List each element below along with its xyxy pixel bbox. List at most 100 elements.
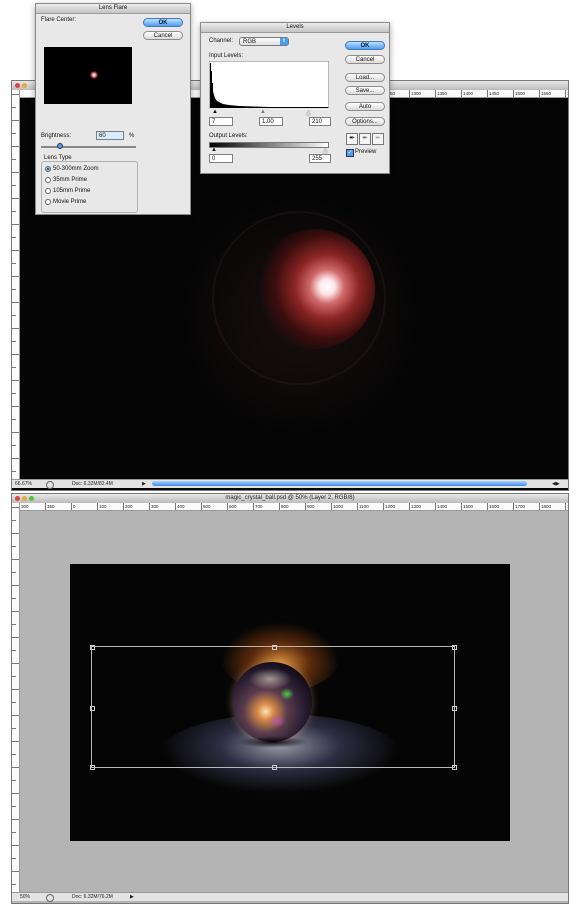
- ruler-tick-label: 1100: [357, 503, 383, 510]
- ruler-tick: [12, 146, 19, 147]
- output-black-field[interactable]: 0: [209, 154, 233, 163]
- ruler-tick: [12, 871, 19, 872]
- document-canvas[interactable]: [70, 564, 510, 841]
- channel-select[interactable]: RGB ⇕: [239, 37, 289, 46]
- transform-handle[interactable]: [272, 645, 277, 650]
- ok-button[interactable]: OK: [345, 41, 385, 50]
- cancel-button[interactable]: Cancel: [143, 31, 183, 40]
- brightness-thumb[interactable]: [57, 143, 63, 149]
- input-gamma-field[interactable]: 1.00: [259, 117, 283, 126]
- radio-icon[interactable]: [45, 177, 51, 183]
- white-point-slider-icon[interactable]: △: [306, 109, 311, 116]
- cancel-button[interactable]: Cancel: [345, 55, 385, 64]
- transform-bounding-box[interactable]: [90, 645, 457, 770]
- ruler-tick: [12, 185, 16, 186]
- ruler-tick: [12, 276, 19, 277]
- radio-icon[interactable]: [45, 199, 51, 205]
- close-icon[interactable]: [15, 83, 20, 88]
- radio-icon[interactable]: [45, 188, 51, 194]
- ruler-tick: [12, 315, 16, 316]
- ruler-tick: [12, 211, 16, 212]
- transform-handle[interactable]: [90, 765, 95, 770]
- load-button[interactable]: Load...: [345, 73, 385, 82]
- ruler-tick: [12, 559, 19, 560]
- ok-button[interactable]: OK: [143, 18, 183, 27]
- ruler-tick: [12, 107, 16, 108]
- scroll-arrows-icon[interactable]: ◀▶: [552, 480, 560, 488]
- brightness-slider[interactable]: [41, 146, 136, 148]
- flare-preview[interactable]: [44, 47, 132, 104]
- transform-handle[interactable]: [452, 645, 457, 650]
- ruler-tick: [12, 741, 19, 742]
- ruler-tick-label: 1600: [487, 503, 513, 510]
- radio-icon[interactable]: [45, 166, 51, 172]
- ruler-tick: [12, 715, 19, 716]
- ruler-tick: [12, 572, 16, 573]
- ruler-tick: [12, 637, 19, 638]
- flare-preview-center: [90, 71, 98, 79]
- black-point-slider-icon[interactable]: ▲: [212, 109, 218, 115]
- options-button[interactable]: Options...: [345, 117, 385, 126]
- brightness-label: Brightness:: [41, 133, 72, 139]
- gray-eyedropper-icon[interactable]: ✒: [359, 133, 371, 145]
- transform-handle[interactable]: [452, 706, 457, 711]
- transform-handle[interactable]: [90, 706, 95, 711]
- ruler-tick: [12, 120, 19, 121]
- nav-icon[interactable]: [46, 481, 54, 489]
- ruler-tick: [12, 858, 16, 859]
- output-black-slider-icon[interactable]: ▲: [211, 147, 217, 153]
- ruler-tick: [12, 884, 16, 885]
- ruler-tick: [12, 367, 16, 368]
- ruler-tick: [12, 419, 16, 420]
- ruler-tick-label: 1350: [435, 90, 461, 97]
- close-icon[interactable]: [15, 496, 20, 501]
- ruler-tick: [12, 237, 16, 238]
- transform-handle[interactable]: [452, 765, 457, 770]
- ruler-tick-label: 300: [19, 503, 45, 510]
- ruler-tick: [12, 289, 16, 290]
- ruler-tick-label: 350: [45, 503, 71, 510]
- white-eyedropper-icon[interactable]: ✒: [372, 133, 384, 145]
- ruler-tick: [12, 354, 19, 355]
- nav-icon[interactable]: [46, 894, 54, 902]
- ruler-tick: [12, 728, 16, 729]
- horizontal-scrollbar[interactable]: [152, 481, 527, 486]
- ruler-tick: [12, 767, 19, 768]
- output-white-slider-icon[interactable]: △: [323, 147, 328, 154]
- save-button[interactable]: Save...: [345, 86, 385, 95]
- ruler-tick-label: 1900: [565, 503, 568, 510]
- transform-handle[interactable]: [90, 645, 95, 650]
- brightness-input[interactable]: 60: [96, 131, 124, 140]
- lens-option-label: 50-300mm Zoom: [53, 166, 99, 172]
- zoom-level[interactable]: 50%: [20, 893, 30, 901]
- bottom-vertical-ruler: [12, 503, 20, 893]
- status-menu-arrow-icon[interactable]: ▶: [142, 480, 146, 488]
- input-black-field[interactable]: 7: [209, 117, 233, 126]
- ruler-tick-label: 1700: [513, 503, 539, 510]
- output-gradient: [209, 142, 329, 148]
- ruler-tick-label: 200: [123, 503, 149, 510]
- ruler-tick: [12, 520, 16, 521]
- zoom-level[interactable]: 66.67%: [15, 480, 32, 488]
- ruler-tick: [12, 650, 16, 651]
- transform-handle[interactable]: [272, 765, 277, 770]
- input-white-field[interactable]: 210: [309, 117, 331, 126]
- ruler-tick: [12, 172, 19, 173]
- gamma-slider-icon[interactable]: ▲: [260, 109, 266, 115]
- status-menu-arrow-icon[interactable]: ▶: [130, 893, 134, 901]
- zoom-icon[interactable]: [29, 496, 34, 501]
- ruler-tick: [12, 533, 19, 534]
- black-eyedropper-icon[interactable]: ✒: [346, 133, 358, 145]
- lens-flare-title[interactable]: Lens Flare: [36, 4, 190, 14]
- preview-checkbox[interactable]: ✓: [346, 149, 354, 157]
- ruler-tick: [12, 471, 16, 472]
- ruler-tick-label: 600: [227, 503, 253, 510]
- auto-button[interactable]: Auto: [345, 102, 385, 111]
- minimize-icon[interactable]: [22, 83, 27, 88]
- output-white-field[interactable]: 255: [309, 154, 331, 163]
- document-title: magic_crystal_ball.psd @ 50% (Layer 2, R…: [225, 495, 355, 501]
- output-levels-label: Output Levels:: [209, 133, 248, 139]
- levels-title[interactable]: Levels: [201, 23, 389, 33]
- ruler-tick-label: 1400: [461, 90, 487, 97]
- minimize-icon[interactable]: [22, 496, 27, 501]
